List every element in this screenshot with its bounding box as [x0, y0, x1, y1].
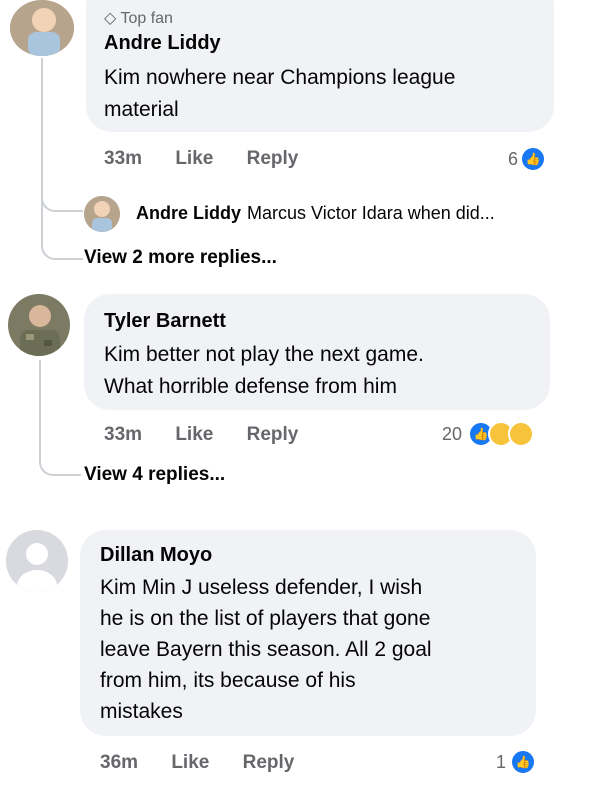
comment-actions: 33m Like Reply — [104, 424, 326, 446]
thread-branch — [39, 434, 81, 476]
thumbs-up-icon: 👍 — [520, 146, 546, 172]
timestamp[interactable]: 33m — [104, 148, 142, 169]
avatar[interactable] — [10, 0, 74, 56]
avatar-photo-icon — [84, 196, 120, 232]
timestamp[interactable]: 36m — [100, 752, 138, 773]
top-fan-badge: ◇ Top fan — [104, 10, 173, 27]
comment-author[interactable]: Tyler Barnett — [104, 310, 226, 333]
comment-actions: 33m Like Reply — [104, 148, 326, 170]
timestamp[interactable]: 33m — [104, 424, 142, 445]
comment-text-line: from him, its because of his — [100, 669, 356, 692]
comment-text-line: leave Bayern this season. All 2 goal — [100, 638, 432, 661]
comment-text-line: Kim Min J useless defender, I wish — [100, 576, 423, 599]
comment-actions: 36m Like Reply — [100, 752, 322, 774]
view-replies-link[interactable]: View 4 replies... — [84, 464, 225, 486]
reply-button[interactable]: Reply — [247, 424, 299, 445]
reply-preview[interactable]: Andre Liddy Marcus Victor Idara when did.… — [136, 203, 495, 224]
reply-button[interactable]: Reply — [243, 752, 295, 773]
reaction-count[interactable]: 20 — [442, 424, 462, 445]
comment-text-line: he is on the list of players that gone — [100, 607, 431, 630]
reaction-count[interactable]: 1 — [496, 752, 506, 773]
avatar-photo-icon — [8, 294, 70, 356]
thread-line — [39, 360, 41, 440]
avatar[interactable] — [8, 294, 70, 356]
default-avatar-icon — [6, 530, 68, 592]
thread-branch — [41, 218, 83, 260]
avatar[interactable] — [6, 530, 68, 592]
thumbs-up-icon: 👍 — [510, 749, 536, 775]
view-replies-link[interactable]: View 2 more replies... — [84, 247, 277, 269]
reply-text: Marcus Victor Idara when did... — [247, 203, 495, 223]
comment-text-line: Kim better not play the next game. — [104, 343, 424, 366]
like-button[interactable]: Like — [171, 752, 209, 773]
comment-author[interactable]: Dillan Moyo — [100, 544, 212, 567]
comment-text-line: Kim nowhere near Champions league — [104, 66, 456, 89]
like-button[interactable]: Like — [175, 424, 213, 445]
comment-text-line: What horrible defense from him — [104, 375, 397, 398]
thread-branch — [41, 170, 83, 212]
reply-author: Andre Liddy — [136, 203, 242, 223]
diamond-icon: ◇ — [104, 10, 117, 27]
comment-text-line: material — [104, 98, 179, 121]
reply-button[interactable]: Reply — [247, 148, 299, 169]
avatar-photo-icon — [10, 0, 74, 56]
like-button[interactable]: Like — [175, 148, 213, 169]
comment-text-line: mistakes — [100, 700, 183, 723]
avatar[interactable] — [84, 196, 120, 232]
sad-emoji-icon — [508, 421, 534, 447]
comment-author[interactable]: Andre Liddy — [104, 32, 221, 55]
reaction-count[interactable]: 6 — [508, 149, 518, 170]
